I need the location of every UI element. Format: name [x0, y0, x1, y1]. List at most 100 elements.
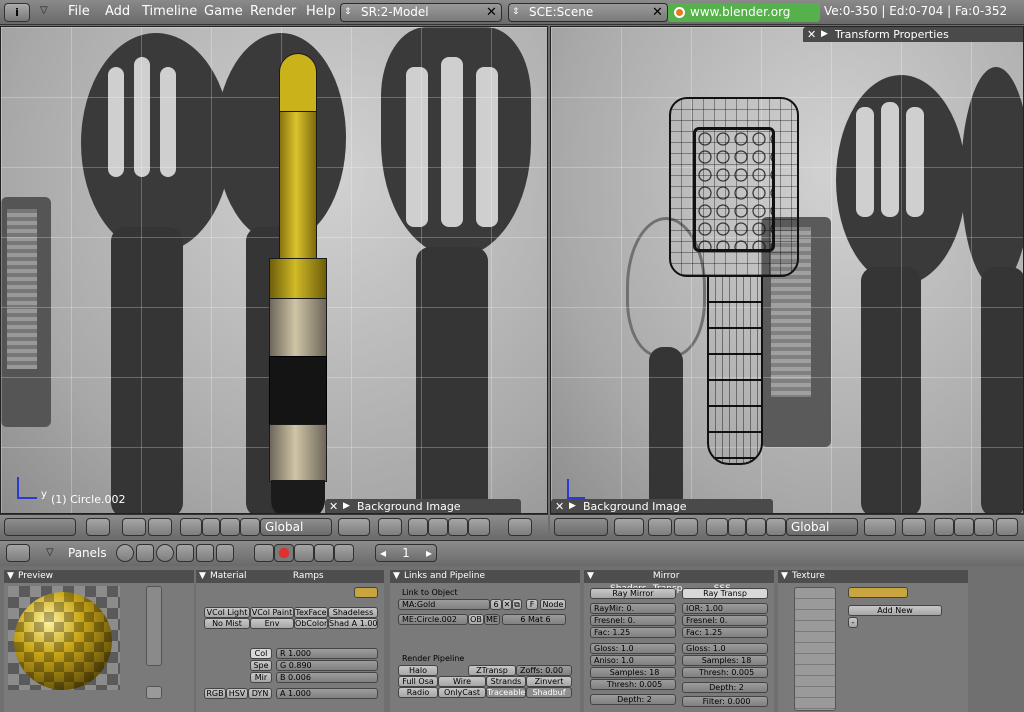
- env-toggle[interactable]: Env: [250, 618, 294, 629]
- material-index-field[interactable]: 6 Mat 6: [502, 614, 566, 625]
- close-panel-icon[interactable]: ✕: [329, 499, 338, 513]
- view-menu-dropdown[interactable]: [554, 518, 608, 536]
- add-new-texture-button[interactable]: Add New: [848, 605, 942, 616]
- shad-alpha-field[interactable]: Shad A 1.00: [328, 618, 378, 629]
- screen-close-icon[interactable]: ✕: [484, 5, 499, 20]
- window-type-icon[interactable]: [6, 544, 30, 562]
- shadeless-toggle[interactable]: Shadeless: [328, 607, 378, 618]
- mirror-thresh-field[interactable]: Thresh: 0.005: [590, 679, 676, 690]
- ray-transp-toggle[interactable]: Ray Transp: [682, 588, 768, 599]
- filter-field[interactable]: Filter: 0.000: [682, 696, 768, 707]
- mirror-depth-field[interactable]: Depth: 2: [590, 694, 676, 705]
- logic-context-icon[interactable]: [116, 544, 134, 562]
- transp-fac-slider[interactable]: Fac: 1.25: [682, 627, 768, 638]
- hand-icon[interactable]: [706, 518, 728, 536]
- menu-game[interactable]: Game: [204, 4, 243, 19]
- texture-icon[interactable]: [294, 544, 314, 562]
- blue-slider[interactable]: B 0.006: [276, 672, 378, 683]
- view-menu-dropdown[interactable]: [4, 518, 76, 536]
- preview-refresh-icon[interactable]: [146, 686, 162, 699]
- alpha-slider[interactable]: A 1.000: [276, 688, 378, 699]
- zinvert-toggle[interactable]: Zinvert: [526, 676, 572, 687]
- background-image-panel-header[interactable]: ✕ ▶ Background Image: [325, 499, 521, 513]
- scale-manipulator-icon[interactable]: [746, 518, 766, 536]
- fake-user-icon[interactable]: ⧉: [512, 599, 522, 610]
- menu-timeline[interactable]: Timeline: [142, 4, 197, 19]
- scene-context-icon[interactable]: [216, 544, 234, 562]
- onlycast-toggle[interactable]: OnlyCast: [438, 687, 486, 698]
- material-name-field[interactable]: MA:Gold: [398, 599, 490, 610]
- shadbuf-toggle[interactable]: Shadbuf: [526, 687, 572, 698]
- no-mist-toggle[interactable]: No Mist: [204, 618, 250, 629]
- object-context-icon[interactable]: [176, 544, 194, 562]
- ob-link-button[interactable]: OB: [468, 614, 484, 625]
- menu-render[interactable]: Render: [250, 4, 296, 19]
- screen-browse-icon[interactable]: ⇕: [344, 4, 352, 21]
- expand-panel-icon[interactable]: ▶: [569, 499, 576, 513]
- strands-toggle[interactable]: Strands: [486, 676, 526, 687]
- face-select-icon[interactable]: [448, 518, 468, 536]
- collapse-menu-icon[interactable]: ▽: [40, 5, 48, 16]
- layers-grid-icon[interactable]: [674, 518, 698, 536]
- edit-mode-icon[interactable]: [614, 518, 644, 536]
- collapse-menu-icon[interactable]: ▽: [46, 547, 54, 558]
- blender-url[interactable]: www.blender.org 249.2: [668, 3, 820, 38]
- pivot-icon[interactable]: [338, 518, 370, 536]
- world-icon[interactable]: [334, 544, 354, 562]
- traceable-toggle[interactable]: Traceable: [486, 687, 526, 698]
- screen-selector[interactable]: ⇕ SR:2-Model ✕: [340, 3, 502, 22]
- editing-context-icon[interactable]: [196, 544, 214, 562]
- red-slider[interactable]: R 1.000: [276, 648, 378, 659]
- magnet-icon[interactable]: [648, 518, 672, 536]
- menu-add[interactable]: Add: [105, 4, 130, 19]
- lamp-icon[interactable]: [254, 544, 274, 562]
- spe-button[interactable]: Spe: [250, 660, 272, 671]
- hsv-mode-button[interactable]: HSV: [226, 688, 248, 699]
- texture-channel-list[interactable]: [794, 587, 836, 711]
- rotate-manipulator-icon[interactable]: [202, 518, 220, 536]
- rotate-manipulator-icon[interactable]: [728, 518, 746, 536]
- vertex-select-icon[interactable]: [408, 518, 428, 536]
- transp-fresnel-slider[interactable]: Fresnel: 0.: [682, 615, 768, 626]
- edge-select-icon[interactable]: [954, 518, 974, 536]
- transp-depth-field[interactable]: Depth: 2: [682, 682, 768, 693]
- wireframe-mesh-object[interactable]: [669, 97, 799, 477]
- mesh-name-field[interactable]: ME:Circle.002: [398, 614, 468, 625]
- occlude-icon[interactable]: [996, 518, 1018, 536]
- vcol-light-toggle[interactable]: VCol Light: [204, 607, 250, 618]
- translate-manipulator-icon[interactable]: [240, 518, 260, 536]
- material-users-field[interactable]: 6: [490, 599, 502, 610]
- radio-toggle[interactable]: Radio: [398, 687, 438, 698]
- me-link-button[interactable]: ME: [484, 614, 500, 625]
- occlude-icon[interactable]: [468, 518, 490, 536]
- raymir-slider[interactable]: RayMir: 0.: [590, 603, 676, 614]
- transp-samples-field[interactable]: Samples: 18: [682, 655, 768, 666]
- texface-toggle[interactable]: TexFace: [294, 607, 328, 618]
- transp-thresh-field[interactable]: Thresh: 0.005: [682, 667, 768, 678]
- layers-grid-icon[interactable]: [148, 518, 172, 536]
- wire-toggle[interactable]: Wire: [438, 676, 486, 687]
- 3d-viewport-right[interactable]: ✕ ▶ Transform Properties ✕ ▶ Background …: [550, 26, 1024, 514]
- tab-material[interactable]: Material: [210, 570, 280, 583]
- menu-help[interactable]: Help: [306, 4, 336, 19]
- green-slider[interactable]: G 0.890: [276, 660, 378, 671]
- texture-arrow-buttons[interactable]: [848, 587, 908, 598]
- expand-panel-icon[interactable]: ▶: [343, 499, 350, 513]
- arrow-left-icon[interactable]: ◂: [380, 545, 386, 561]
- vertex-select-icon[interactable]: [934, 518, 954, 536]
- close-panel-icon[interactable]: ✕: [807, 27, 816, 42]
- texture-panel-header[interactable]: ▼ Texture: [778, 570, 968, 583]
- snap-icon[interactable]: [378, 518, 402, 536]
- scene-browse-icon[interactable]: ⇕: [512, 4, 520, 21]
- script-context-icon[interactable]: [136, 544, 154, 562]
- background-image-panel-header[interactable]: ✕ ▶ Background Image: [551, 499, 773, 513]
- close-panel-icon[interactable]: ✕: [555, 499, 564, 513]
- mir-button[interactable]: Mir: [250, 672, 272, 683]
- arrow-right-icon[interactable]: ▸: [426, 545, 432, 561]
- object-mode-icon[interactable]: [86, 518, 110, 536]
- edge-select-icon[interactable]: [428, 518, 448, 536]
- col-button[interactable]: Col: [250, 648, 272, 659]
- hand-icon[interactable]: [180, 518, 202, 536]
- mirror-gloss-slider[interactable]: Gloss: 1.0: [590, 643, 676, 654]
- shading-context-icon[interactable]: [156, 544, 174, 562]
